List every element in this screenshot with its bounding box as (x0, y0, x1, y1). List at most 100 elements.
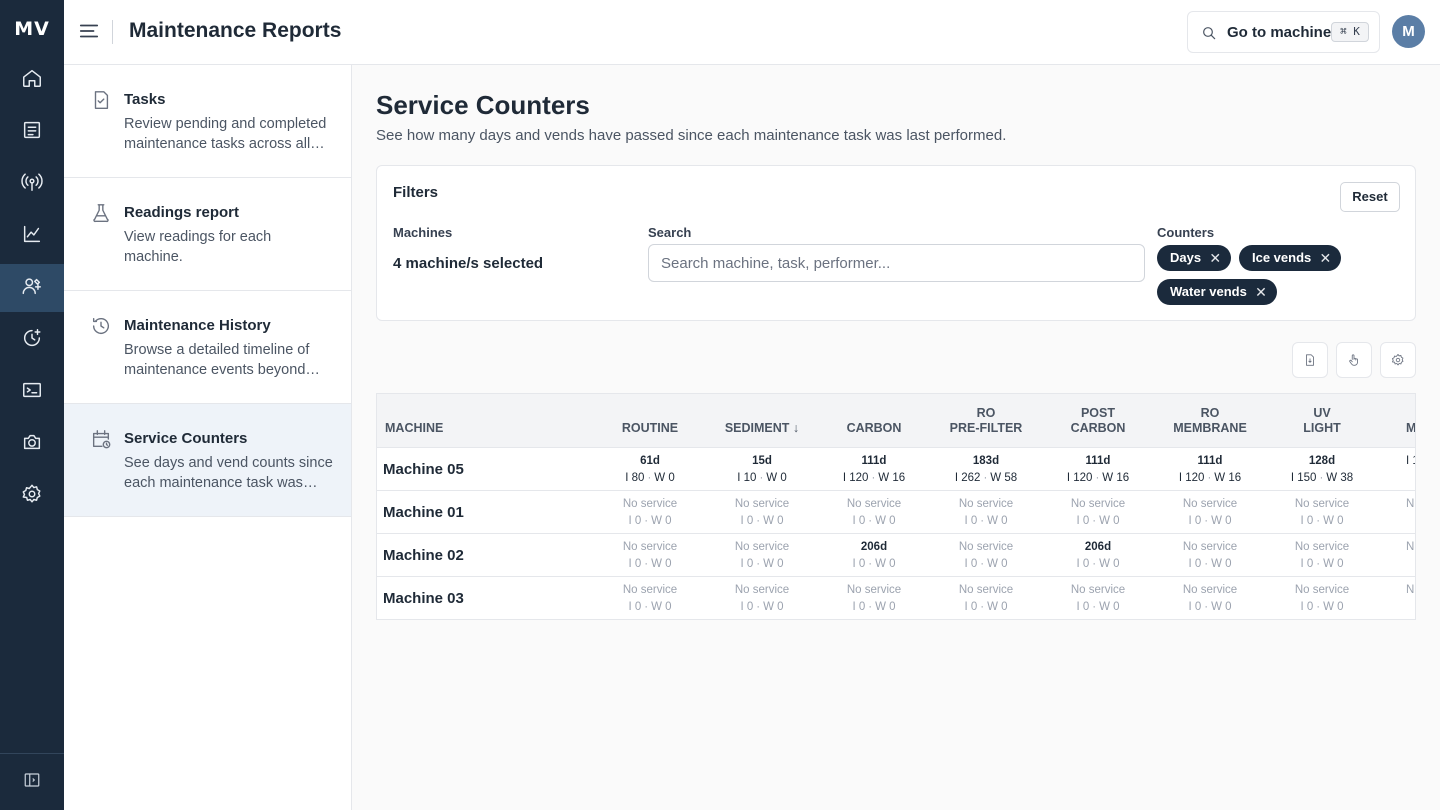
separator-dot: · (1095, 472, 1100, 484)
rail-analytics[interactable] (0, 212, 64, 260)
app-logo[interactable]: MV (0, 18, 64, 40)
counter-cell: No service I 0 · W 0 (706, 496, 818, 530)
vend-counts: I 0 · W 0 (818, 556, 930, 573)
column-header-line: Sediment ↓ (724, 421, 800, 435)
table-settings-button[interactable] (1380, 342, 1416, 378)
rail-home[interactable] (0, 56, 64, 104)
table-row[interactable]: Machine 01 No service I 0 · W 0 No service I 0… (377, 491, 1415, 534)
machine-name[interactable]: Machine 03 (383, 590, 464, 607)
ice-vend-count: I 0 (852, 515, 866, 527)
rail-terminal[interactable] (0, 368, 64, 416)
user-avatar[interactable]: M (1392, 15, 1425, 48)
water-vend-count: W 0 (875, 558, 896, 570)
water-vend-count: W 0 (875, 601, 896, 613)
table-row[interactable]: Machine 02 No service I 0 · W 0 No service I 0… (377, 534, 1415, 577)
ice-vend-count: I 120 (1178, 472, 1205, 484)
days-since-service: No service (734, 541, 790, 553)
column-header-7[interactable]: M (1406, 421, 1415, 436)
column-header-3[interactable]: RO Pre-filter (930, 406, 1042, 436)
machine-name[interactable]: Machine 05 (383, 461, 464, 478)
counter-chip-ice-vends[interactable]: Ice vends ✕ (1239, 245, 1342, 271)
technician-icon (21, 275, 43, 302)
rail-camera[interactable] (0, 420, 64, 468)
counter-chip-water-vends[interactable]: Water vends ✕ (1157, 279, 1277, 305)
vend-counts: I 1 (1406, 453, 1415, 470)
water-vend-count: W 0 (1211, 601, 1232, 613)
vend-counts: I 120 · W 16 (1042, 470, 1154, 487)
app-rail: MV (0, 0, 64, 810)
days-since-service: No service (1182, 498, 1238, 510)
rail-collapse[interactable] (0, 753, 64, 810)
vend-counts: I 0 · W 0 (1042, 599, 1154, 616)
table-row[interactable]: Machine 05 61d I 80 · W 0 15d I 10 · W 0 111d I 12… (377, 448, 1415, 491)
rail-reports[interactable] (0, 108, 64, 156)
column-header-5[interactable]: RO Membrane (1154, 406, 1266, 436)
column-header-0[interactable]: Routine (594, 421, 706, 436)
subnav-item-service-counters[interactable]: Service Counters See days and vend count… (64, 404, 351, 517)
counter-cell: No service I 0 · W 0 (706, 582, 818, 616)
counter-cell: 111d I 120 · W 16 (1154, 453, 1266, 487)
separator-dot: · (756, 515, 761, 527)
ice-vend-count: I 120 (842, 472, 869, 484)
rail-maintenance[interactable] (0, 264, 64, 312)
vend-counts: I 0 · W 0 (818, 513, 930, 530)
close-icon[interactable]: ✕ (1320, 245, 1332, 271)
column-header-line: Carbon (846, 421, 902, 435)
section-subtitle: See how many days and vends have passed … (376, 127, 1007, 144)
terminal-icon (21, 379, 43, 406)
select-button[interactable] (1336, 342, 1372, 378)
subnav-item-desc: Browse a detailed timeline of maintenanc… (124, 342, 310, 378)
chart-line-icon (21, 223, 43, 250)
separator-dot: · (868, 601, 873, 613)
table-row[interactable]: Machine 03 No service I 0 · W 0 No service I 0… (377, 577, 1415, 619)
chip-label: Ice vends (1252, 250, 1312, 265)
separator-dot: · (1316, 558, 1321, 570)
rail-schedule[interactable] (0, 316, 64, 364)
vend-counts: I 0 · W 0 (930, 513, 1042, 530)
column-header-2[interactable]: Carbon (818, 421, 930, 436)
export-button[interactable] (1292, 342, 1328, 378)
counter-cell: 15d I 10 · W 0 (706, 453, 818, 487)
search-input[interactable] (648, 244, 1145, 282)
separator-dot: · (980, 601, 985, 613)
ice-vend-count: I 0 (852, 601, 866, 613)
ice-vend-count: I 0 (964, 515, 978, 527)
counter-cell: No service I 0 · W 0 (1154, 496, 1266, 530)
close-icon[interactable]: ✕ (1209, 245, 1221, 271)
subnav-item-tasks[interactable]: Tasks Review pending and completed maint… (64, 65, 351, 178)
machines-selector[interactable]: 4 machine/s selected (393, 255, 543, 272)
rail-telemetry[interactable] (0, 160, 64, 208)
menu-button[interactable] (78, 20, 100, 42)
subnav-item-title: Service Counters (124, 430, 248, 447)
column-header-6[interactable]: UV Light (1266, 406, 1378, 436)
counter-cell: 206d I 0 · W 0 (818, 539, 930, 573)
vend-counts: I 0 · W 0 (818, 599, 930, 616)
close-icon[interactable]: ✕ (1255, 279, 1267, 305)
machine-name[interactable]: Machine 01 (383, 504, 464, 521)
counter-cell: N (1406, 539, 1415, 556)
days-since-service: No service (1182, 541, 1238, 553)
column-header-machine[interactable]: Machine (385, 421, 443, 435)
reset-button[interactable]: Reset (1340, 182, 1400, 212)
ice-vend-count: I 0 (740, 601, 754, 613)
days-since-service: No service (846, 584, 902, 596)
column-header-4[interactable]: Post Carbon (1042, 406, 1154, 436)
days-since-service: 128d (1308, 455, 1336, 467)
counter-chip-days[interactable]: Days ✕ (1157, 245, 1232, 271)
counter-cell: No service I 0 · W 0 (930, 582, 1042, 616)
gear-icon (1392, 354, 1404, 366)
subnav-item-readings[interactable]: Readings report View readings for each m… (64, 178, 351, 291)
water-vend-count: W 0 (651, 601, 672, 613)
column-header-line: RO (976, 406, 996, 420)
go-to-machine-label: Go to machine (1227, 24, 1332, 41)
separator-dot: · (1204, 558, 1209, 570)
rail-settings[interactable] (0, 472, 64, 520)
column-header-1[interactable]: Sediment ↓ (706, 421, 818, 436)
counter-cell: 206d I 0 · W 0 (1042, 539, 1154, 573)
gear-icon (21, 483, 43, 510)
subnav-item-history[interactable]: Maintenance History Browse a detailed ti… (64, 291, 351, 404)
go-to-machine-button[interactable]: Go to machine ⌘ K (1187, 11, 1380, 53)
ice-vend-count: I 0 (1300, 558, 1314, 570)
separator-dot: · (868, 515, 873, 527)
machine-name[interactable]: Machine 02 (383, 547, 464, 564)
